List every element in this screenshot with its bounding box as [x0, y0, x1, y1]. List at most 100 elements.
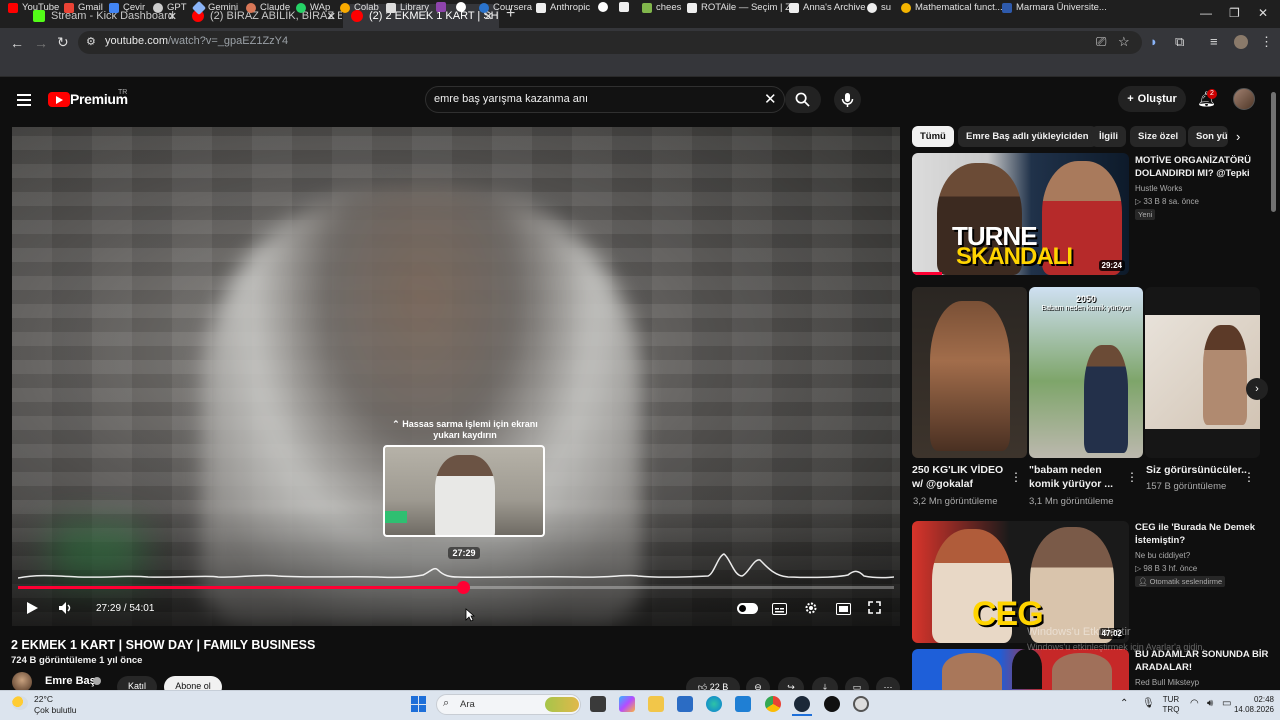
github-desktop-icon[interactable]	[824, 696, 840, 712]
bookmark-translate[interactable]: Çevir	[109, 2, 145, 13]
bookmark-13[interactable]	[598, 2, 608, 12]
seek-scrubber-handle[interactable]	[457, 581, 470, 594]
rec-channel-2[interactable]: Ne bu ciddiyet?	[1135, 550, 1190, 561]
chip-for-you[interactable]: Size özel	[1130, 126, 1187, 147]
bookmark-su[interactable]: su	[867, 2, 891, 13]
miniplayer-button[interactable]	[836, 602, 851, 620]
reload-icon[interactable]: ↻	[57, 34, 69, 51]
close-window-icon[interactable]: ✕	[1258, 6, 1268, 20]
microphone-tray-icon[interactable]: 🎙︎	[1142, 698, 1155, 709]
page-scrollbar[interactable]	[1271, 92, 1276, 212]
youtube-logo-icon[interactable]	[48, 92, 70, 107]
reading-list-icon[interactable]: ≡	[1210, 34, 1218, 49]
fullscreen-button[interactable]	[868, 601, 881, 619]
forward-icon[interactable]: →	[34, 35, 48, 51]
bookmark-rotaile[interactable]: ROTAile — Seçim | Z...	[687, 2, 799, 13]
tray-overflow-chevron-icon[interactable]: ⌃	[1120, 698, 1128, 709]
create-button[interactable]: + Oluştur	[1118, 86, 1186, 112]
bookmark-anthropic[interactable]: Anthropic	[536, 2, 590, 13]
bookmark-marmara[interactable]: Marmara Üniversite...	[1002, 2, 1107, 13]
steam-icon[interactable]	[794, 696, 810, 712]
back-icon[interactable]: ←	[10, 35, 24, 51]
short-thumbnail-1[interactable]	[912, 287, 1027, 458]
edge-icon[interactable]	[706, 696, 722, 712]
weather-temperature[interactable]: 22°C	[34, 694, 53, 704]
bookmark-star-icon[interactable]: ☆	[1118, 34, 1130, 50]
bookmark-colab[interactable]: Colab	[340, 2, 379, 13]
channel-avatar[interactable]	[12, 672, 32, 692]
bookmark-gpt[interactable]: GPT	[153, 2, 187, 13]
clear-search-icon[interactable]: ✕	[764, 90, 777, 108]
bookmark-coursera[interactable]: Coursera	[479, 2, 532, 13]
shorts-next-icon[interactable]: ›	[1246, 378, 1268, 400]
minimize-icon[interactable]: —	[1200, 6, 1212, 20]
settings-button[interactable]	[804, 601, 818, 620]
account-avatar[interactable]	[1233, 88, 1255, 110]
rec-title-2[interactable]: CEG ile 'Burada Ne Demek İstemiştin?	[1135, 521, 1255, 547]
bookmark-annas-archive[interactable]: Anna's Archive	[789, 2, 866, 13]
short-menu-icon-1[interactable]: ⋮	[1010, 470, 1022, 484]
search-query[interactable]: emre baş yarışma kazanma anı	[434, 93, 588, 105]
chevron-right-icon[interactable]: ›	[1236, 129, 1240, 144]
settings-app-icon[interactable]	[853, 696, 869, 712]
short-thumbnail-3[interactable]	[1145, 287, 1260, 458]
short-title-1[interactable]: 250 KG'LIK VİDEO w/ @gokalaf	[912, 463, 1003, 491]
rec-thumbnail-1[interactable]: TURNE SKANDALI 29:24	[912, 153, 1129, 275]
maximize-icon[interactable]: ❐	[1229, 6, 1240, 20]
profile-avatar[interactable]	[1234, 35, 1248, 49]
input-language[interactable]: TUR TRQ	[1160, 695, 1182, 715]
chip-from-uploader[interactable]: Emre Baş adlı yükleyiciden	[958, 126, 1097, 147]
bookmark-9[interactable]	[436, 2, 446, 12]
channel-name[interactable]: Emre Baş	[45, 675, 96, 687]
chip-recent[interactable]: Son yü	[1188, 126, 1228, 147]
rec-channel-3[interactable]: Red Bull Miksteyp	[1135, 677, 1199, 688]
install-app-icon[interactable]: ⎚	[1096, 34, 1106, 50]
extension-icon[interactable]: ◗	[1150, 34, 1158, 49]
weather-cloud-sun-icon[interactable]	[12, 696, 28, 710]
menu-dots-icon[interactable]: ⋮	[1260, 34, 1273, 50]
bookmark-gmail[interactable]: Gmail	[64, 2, 103, 13]
bookmark-github[interactable]	[456, 2, 466, 12]
short-thumbnail-2[interactable]: 2050 Babam neden komik yürüyor	[1029, 287, 1143, 458]
chip-related[interactable]: İlgili	[1091, 126, 1126, 147]
chrome-icon[interactable]	[765, 696, 781, 712]
bookmark-14[interactable]	[619, 2, 629, 12]
subtitles-button[interactable]	[772, 602, 787, 620]
bookmark-library[interactable]: Library	[386, 2, 429, 13]
url-text[interactable]: youtube.com/watch?v=_gpaEZ1ZzY4	[105, 35, 288, 47]
rec-channel-1[interactable]: Hustle Works	[1135, 183, 1182, 194]
wifi-icon[interactable]: ◠	[1190, 698, 1199, 709]
bookmark-math[interactable]: Mathematical funct...	[901, 2, 1003, 13]
extensions-puzzle-icon[interactable]: ⧉	[1175, 34, 1184, 50]
speaker-icon[interactable]: 🔊︎	[1207, 698, 1213, 709]
rec-thumbnail-2[interactable]: CEG 47:02	[912, 521, 1129, 643]
site-info-icon[interactable]: ⚙	[86, 35, 96, 48]
bookmark-claude[interactable]: Claude	[246, 2, 290, 13]
seek-bar[interactable]	[18, 581, 894, 594]
file-explorer-icon[interactable]	[648, 696, 664, 712]
weather-description[interactable]: Çok bulutlu	[34, 705, 77, 715]
taskbar-clock[interactable]: 02:48 14.08.2026	[1226, 695, 1274, 715]
bookmark-youtube[interactable]: YouTube	[8, 2, 59, 13]
copilot-icon[interactable]	[619, 696, 635, 712]
short-title-3[interactable]: Siz görürsünücüler..	[1146, 463, 1247, 477]
chip-all[interactable]: Tümü	[912, 126, 954, 147]
play-button[interactable]	[25, 601, 39, 620]
hamburger-menu-icon[interactable]	[17, 94, 31, 106]
bookmark-gemini[interactable]: Gemini	[191, 0, 238, 15]
vscode-icon[interactable]	[735, 696, 751, 712]
short-title-2[interactable]: "babam neden komik yürüyor ...	[1029, 463, 1113, 491]
autoplay-toggle[interactable]	[737, 603, 758, 614]
store-icon[interactable]	[677, 696, 693, 712]
short-menu-icon-3[interactable]: ⋮	[1243, 470, 1255, 484]
volume-button[interactable]	[58, 601, 74, 620]
short-menu-icon-2[interactable]: ⋮	[1126, 470, 1138, 484]
bookmark-whatsapp[interactable]: WAp	[296, 2, 330, 13]
task-view-icon[interactable]	[590, 696, 606, 712]
voice-search-button[interactable]	[834, 86, 861, 113]
search-button[interactable]	[785, 86, 821, 113]
rec-thumbnail-3[interactable]	[912, 649, 1129, 690]
windows-start-icon[interactable]	[411, 696, 427, 712]
bookmark-chees[interactable]: chees	[642, 2, 681, 13]
video-meta[interactable]: 724 B görüntüleme 1 yıl önce	[11, 655, 142, 666]
